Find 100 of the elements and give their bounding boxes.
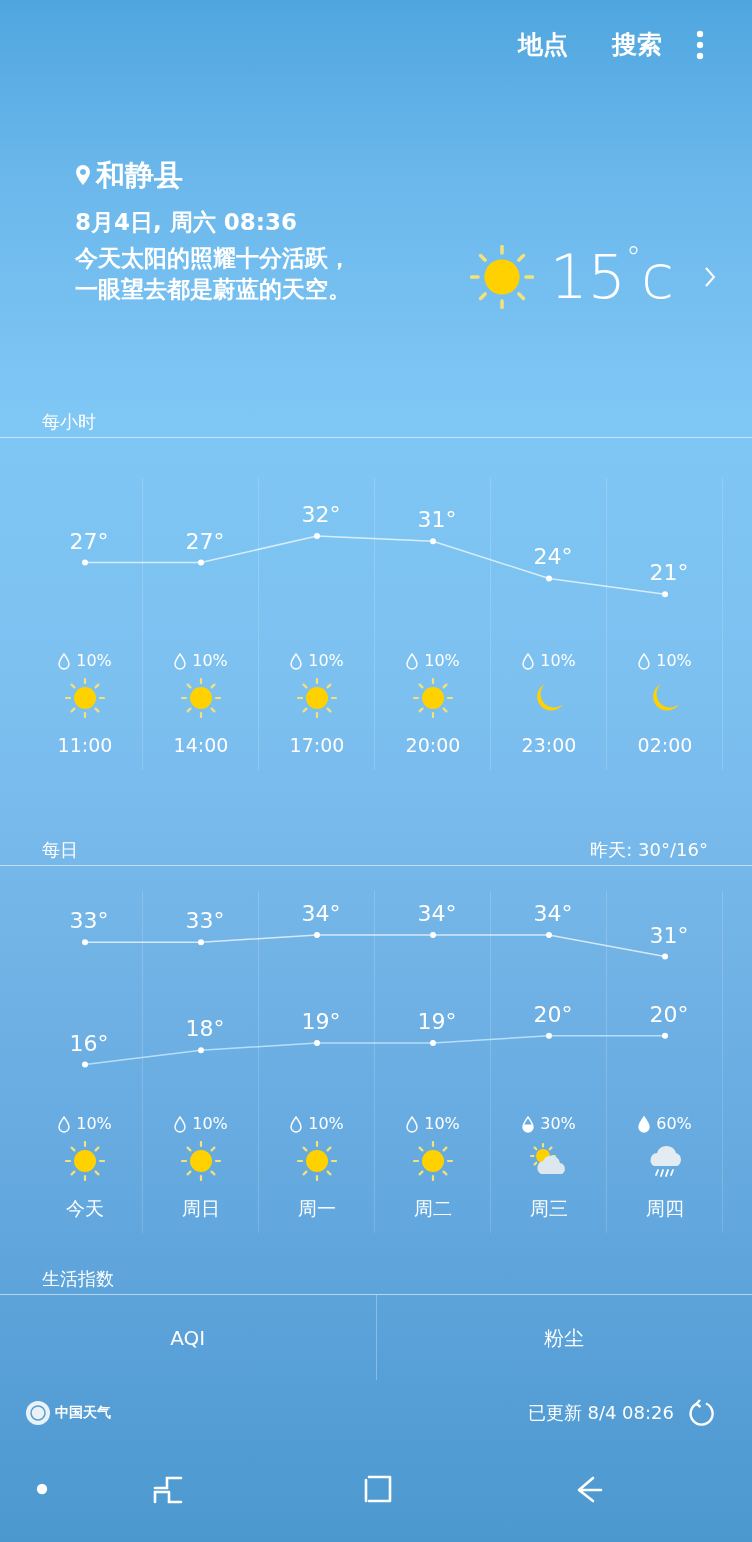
chevron-right-icon[interactable] — [704, 266, 716, 288]
precipitation-chance: 10% — [308, 650, 344, 672]
data-point — [82, 939, 88, 946]
precipitation-chance: 10% — [192, 1113, 228, 1135]
hour-label: 14:00 — [173, 733, 229, 758]
hour-label: 17:00 — [289, 733, 345, 758]
raindrop-icon — [638, 1115, 651, 1133]
data-point — [314, 932, 320, 938]
temperature-label: 33° — [185, 908, 225, 934]
sun-icon — [181, 678, 221, 718]
raindrop-icon — [58, 1115, 71, 1133]
raindrop-icon — [522, 652, 535, 670]
temperature-label: 20° — [649, 1001, 689, 1027]
precipitation-chance: 10% — [308, 1113, 344, 1135]
raindrop-icon — [58, 652, 71, 670]
section-title: 每小时 — [42, 410, 96, 434]
raindrop-icon — [290, 652, 303, 670]
data-point — [198, 1047, 204, 1054]
data-point — [314, 1040, 320, 1046]
life-index-item[interactable]: AQI — [170, 1322, 206, 1353]
data-point — [82, 559, 88, 566]
data-point — [546, 575, 552, 582]
sun-icon — [65, 678, 105, 718]
precipitation-chance: 10% — [76, 1113, 112, 1135]
date-time: 8月4日, 周六 08:36 — [75, 207, 298, 237]
data-point — [430, 1040, 436, 1046]
raindrop-icon — [406, 652, 419, 670]
raindrop-icon — [406, 1115, 419, 1133]
top-menu-button[interactable]: 搜索 — [600, 26, 674, 64]
temperature-label: 27° — [185, 528, 225, 554]
life-index-item[interactable]: 粉尘 — [544, 1322, 585, 1353]
temperature-label: 34° — [301, 901, 341, 926]
location-pin-icon — [75, 164, 91, 187]
data-point — [314, 533, 320, 539]
temperature-label: 18° — [185, 1016, 225, 1042]
data-point — [546, 1032, 552, 1039]
day-label: 周日 — [182, 1196, 220, 1221]
logo-text: 中国天气 — [55, 1403, 111, 1422]
temperature-label: 19° — [301, 1009, 341, 1034]
data-point — [662, 591, 668, 598]
data-point — [662, 1032, 668, 1039]
logo-emblem-icon — [25, 1399, 51, 1426]
temperature-label: 33° — [69, 908, 109, 934]
day-label: 周四 — [646, 1196, 684, 1221]
sun-icon — [297, 1141, 337, 1181]
temperature-label: 32° — [301, 502, 341, 527]
section-title: 生活指数 — [42, 1267, 114, 1291]
day-label: 周三 — [530, 1196, 568, 1221]
sun-icon — [65, 1141, 105, 1181]
precipitation-chance: 60% — [656, 1113, 692, 1135]
temperature-label: 31° — [417, 507, 457, 533]
data-point — [198, 939, 204, 946]
precipitation-chance: 10% — [76, 650, 112, 672]
temperature-label: 27° — [69, 528, 109, 554]
data-point — [662, 953, 668, 960]
precipitation-chance: 10% — [656, 650, 692, 672]
raindrop-icon — [174, 1115, 187, 1133]
day-label: 周二 — [414, 1196, 452, 1221]
hour-label: 11:00 — [57, 733, 113, 758]
temperature-label: 20° — [533, 1001, 573, 1027]
precipitation-chance: 10% — [424, 650, 460, 672]
temperature-label: 16° — [69, 1030, 109, 1056]
raindrop-icon — [174, 652, 187, 670]
hour-label: 20:00 — [405, 733, 461, 758]
sun-icon — [413, 1141, 453, 1181]
data-point — [430, 932, 436, 938]
temperature-label: 24° — [533, 544, 573, 570]
raindrop-icon — [290, 1115, 303, 1133]
data-point — [546, 932, 552, 938]
refresh-button[interactable] — [688, 1398, 716, 1427]
data-point — [82, 1061, 88, 1068]
top-menu-button[interactable]: 地点 — [506, 26, 580, 64]
section-title: 每日 — [42, 838, 78, 862]
raindrop-icon — [638, 652, 651, 670]
sun-icon — [181, 1141, 221, 1181]
day-label: 周一 — [298, 1196, 336, 1221]
day-label: 今天 — [66, 1196, 104, 1221]
temperature-label: 31° — [649, 922, 689, 948]
precipitation-chance: 10% — [192, 650, 228, 672]
sun-icon — [297, 678, 337, 718]
sun-icon — [469, 245, 534, 309]
hour-label: 23:00 — [521, 733, 577, 758]
data-point — [198, 559, 204, 566]
home-button[interactable] — [363, 1473, 393, 1504]
hour-label: 02:00 — [637, 733, 693, 758]
navigation-dot[interactable] — [36, 1482, 48, 1495]
temperature-label: 34° — [417, 901, 457, 926]
data-point — [430, 538, 436, 545]
precipitation-chance: 30% — [540, 1113, 576, 1135]
raindrop-icon — [522, 1115, 535, 1133]
temperature-label: 21° — [649, 560, 689, 586]
sun-icon — [413, 678, 453, 718]
precipitation-chance: 10% — [540, 650, 576, 672]
precipitation-chance: 10% — [424, 1113, 460, 1135]
temperature-label: 19° — [417, 1009, 457, 1034]
yesterday-temperature: 昨天: 30°/16° — [590, 838, 708, 862]
updated-time: 已更新 8/4 08:26 — [527, 1401, 674, 1425]
current-temperature: 15$^{°}$c — [549, 247, 674, 307]
temperature-label: 34° — [533, 901, 573, 926]
weather-description: 今天太阳的照耀十分活跃，一眼望去都是蔚蓝的天空。 — [75, 244, 352, 305]
